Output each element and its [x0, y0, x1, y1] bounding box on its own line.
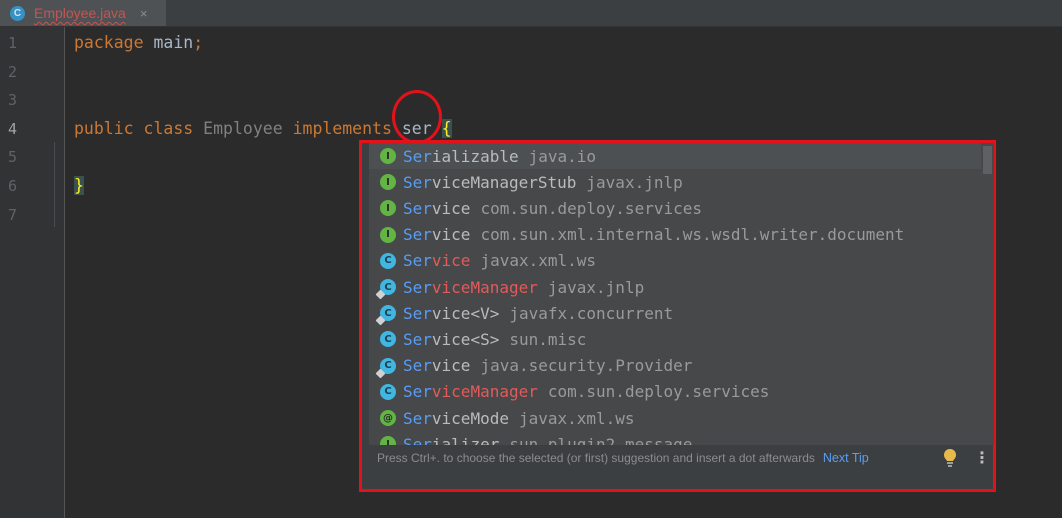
item-package: javafx.concurrent: [509, 303, 674, 323]
line-number: 5: [8, 148, 18, 167]
item-package: javax.jnlp: [586, 172, 683, 192]
keyword-class: class: [143, 119, 194, 138]
class-name: Employee: [203, 119, 283, 138]
code-line-1: package main;: [74, 33, 203, 53]
completion-item[interactable]: C Ser viceManager com.sun.deploy.services: [369, 379, 981, 405]
keyword-implements: implements: [292, 119, 392, 138]
item-name-rest: vice: [431, 198, 471, 218]
item-name-rest: ializable: [431, 146, 519, 166]
item-package: com.sun.deploy.services: [547, 382, 770, 402]
completion-item[interactable]: C Ser vice<S> sun.misc: [369, 326, 981, 352]
item-name-rest: vice: [431, 356, 471, 376]
line-number: 2: [8, 62, 18, 81]
interface-icon: I: [380, 174, 396, 191]
match-text: Ser: [403, 329, 432, 349]
match-text: Ser: [403, 356, 432, 376]
completion-item[interactable]: C Ser vice java.security.Provider: [369, 353, 981, 379]
tab-label: Employee.java: [34, 5, 126, 21]
popup-scrollbar[interactable]: [981, 143, 994, 445]
match-text: Ser: [403, 225, 432, 245]
completion-item[interactable]: I Ser vice com.sun.deploy.services: [369, 195, 981, 221]
completion-item[interactable]: @ Ser viceMode javax.xml.ws: [369, 405, 981, 431]
code-line-6: }: [74, 176, 84, 196]
annotation-circle: [392, 90, 442, 144]
match-text: Ser: [403, 172, 432, 192]
line-number: 6: [8, 177, 18, 195]
line-number: 1: [8, 34, 18, 52]
package-name: main: [143, 33, 194, 52]
match-text: Ser: [403, 277, 432, 297]
class-icon: C: [10, 5, 25, 21]
tab-employee-java[interactable]: C Employee.java ×: [0, 0, 166, 26]
interface-icon: I: [380, 436, 396, 445]
completion-footer: Press Ctrl+. to choose the selected (or …: [362, 445, 993, 471]
footer-hint-text: Press Ctrl+. to choose the selected (or …: [377, 451, 815, 465]
item-package: javax.jnlp: [547, 277, 645, 297]
class-icon: C: [380, 383, 396, 400]
item-package: javax.xml.ws: [518, 408, 635, 428]
item-name-rest: ializer: [431, 434, 500, 445]
item-name-rest: viceManager: [431, 382, 538, 402]
completion-popup[interactable]: I Ser ializable java.io I Ser viceManagerStub j…: [369, 143, 994, 445]
class-icon: C: [375, 357, 396, 379]
interface-icon: I: [380, 148, 396, 164]
match-text: Ser: [403, 382, 432, 402]
match-text: Ser: [403, 146, 432, 166]
item-package: sun.misc: [509, 329, 587, 349]
class-icon: C: [380, 252, 396, 269]
item-name-rest: viceMode: [431, 408, 509, 428]
class-icon: C: [375, 279, 396, 300]
item-name-rest: viceManager: [431, 277, 538, 297]
more-options-icon[interactable]: ⋮: [974, 449, 990, 467]
next-tip-link[interactable]: Next Tip: [823, 451, 869, 465]
match-text: Ser: [403, 434, 432, 445]
semicolon: ;: [193, 33, 204, 52]
match-text: Ser: [403, 198, 432, 218]
match-text: Ser: [403, 251, 432, 271]
line-number: 3: [8, 91, 18, 110]
completion-item[interactable]: I Ser ializable java.io: [369, 143, 981, 169]
match-text: Ser: [403, 303, 432, 323]
item-package: java.security.Provider: [480, 356, 693, 376]
item-package: sun.plugin2.message: [509, 434, 693, 445]
item-package: javax.xml.ws: [480, 251, 597, 271]
completion-item[interactable]: C Ser vice javax.xml.ws: [369, 248, 981, 274]
item-name-rest: vice: [431, 225, 471, 245]
interface-icon: I: [380, 226, 396, 243]
editor-tab-bar: C Employee.java ×: [0, 0, 1062, 27]
fold-guide: [54, 142, 55, 227]
abstract-overlay-icon: [375, 368, 386, 379]
completion-item[interactable]: I Ser viceManagerStub javax.jnlp: [369, 169, 981, 195]
class-icon: C: [375, 305, 396, 326]
class-icon: C: [380, 331, 396, 348]
lightbulb-icon[interactable]: [942, 448, 958, 468]
line-number: 4: [8, 119, 18, 138]
close-brace: }: [74, 176, 84, 195]
keyword: package: [74, 33, 144, 52]
completion-item[interactable]: I Ser ializer sun.plugin2.message: [369, 431, 981, 445]
item-name-rest: vice<V>: [431, 303, 500, 323]
completion-item[interactable]: C Ser vice<V> javafx.concurrent: [369, 300, 981, 326]
item-name-rest: vice: [431, 251, 471, 271]
keyword-public: public: [74, 119, 134, 138]
item-package: com.sun.deploy.services: [480, 198, 702, 218]
close-icon[interactable]: ×: [140, 6, 148, 21]
item-package: com.sun.xml.internal.ws.wsdl.writer.docu…: [480, 225, 905, 245]
interface-icon: I: [380, 200, 396, 217]
completion-item[interactable]: I Ser vice com.sun.xml.internal.ws.wsdl.wri…: [369, 222, 981, 248]
item-name-rest: viceManagerStub: [431, 172, 577, 192]
open-brace: {: [441, 119, 452, 138]
annotation-icon: @: [380, 410, 396, 426]
line-number-gutter: 1 2 3 4 5 6 7: [0, 27, 65, 518]
item-package: java.io: [528, 146, 597, 166]
item-name-rest: vice<S>: [431, 329, 500, 349]
abstract-overlay-icon: [375, 289, 386, 300]
line-number: 7: [8, 205, 18, 224]
match-text: Ser: [403, 408, 432, 428]
scrollbar-thumb[interactable]: [983, 146, 992, 174]
completion-item[interactable]: C Ser viceManager javax.jnlp: [369, 274, 981, 300]
abstract-overlay-icon: [375, 315, 386, 326]
